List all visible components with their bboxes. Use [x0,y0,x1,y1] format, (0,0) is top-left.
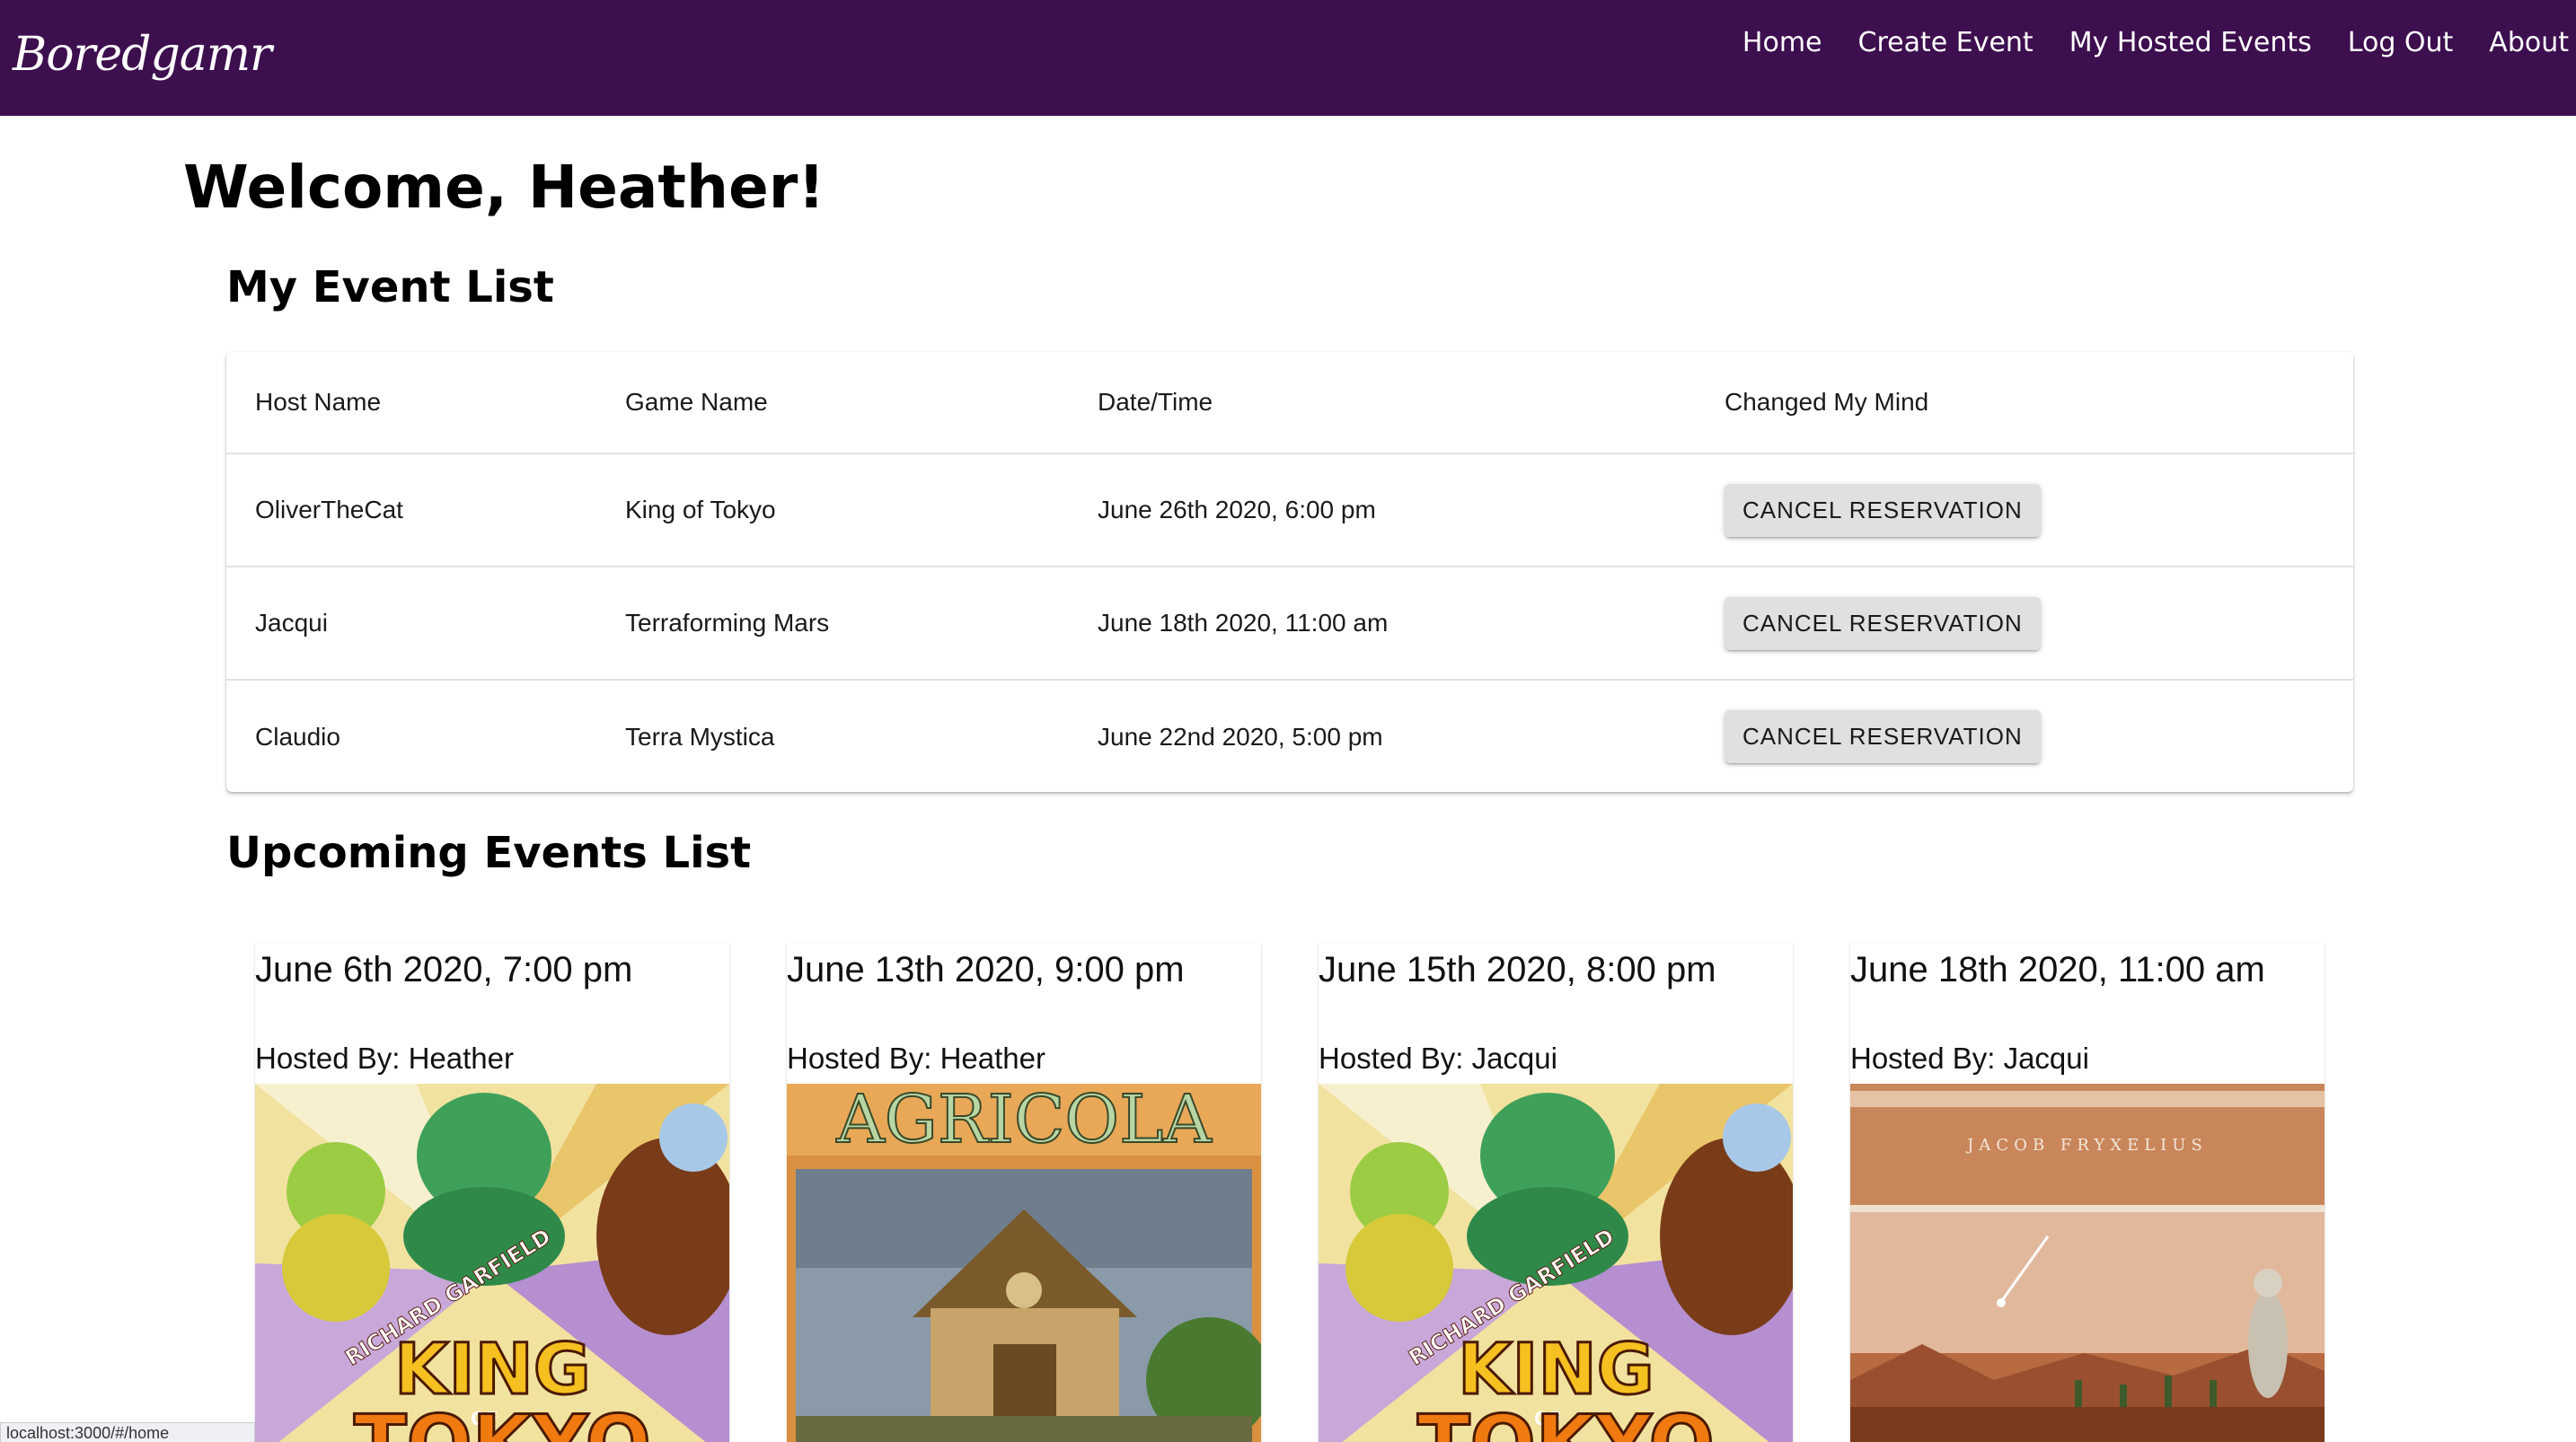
cell-host: Jacqui [226,567,596,681]
cell-datetime: June 22nd 2020, 5:00 pm [1098,722,1383,751]
browser-status-bar: localhost:3000/#/home [0,1422,255,1442]
king-of-tokyo-box-art: RICHARD GARFIELD KING OF TOKYO [255,1084,729,1442]
event-card-date: June 6th 2020, 7:00 pm [255,950,633,989]
table-row: Claudio Terra Mystica June 22nd 2020, 5:… [226,680,2353,793]
welcome-heading: Welcome, Heather! [183,153,825,222]
event-card[interactable]: June 6th 2020, 7:00 pm Hosted By: Heathe… [255,943,729,1442]
art-text-bottom: TOKYO [354,1399,651,1442]
cell-game: King of Tokyo [596,453,1069,567]
nav-links: Home Create Event My Hosted Events Log O… [1707,27,2569,58]
cell-host: OliverTheCat [226,453,596,567]
art-title: AGRICOLA [835,1084,1213,1158]
nav-create-event[interactable]: Create Event [1858,27,2033,58]
cell-datetime: June 18th 2020, 11:00 am [1069,567,1696,681]
brand-logo[interactable]: Boredgamr [13,28,272,82]
table-row: Jacqui Terraforming Mars June 18th 2020,… [226,567,2353,681]
cancel-reservation-button[interactable]: CANCEL RESERVATION [1725,483,2041,537]
event-card-date: June 15th 2020, 8:00 pm [1319,950,1716,989]
king-of-tokyo-box-art: RICHARD GARFIELD KING OF TOKYO [1319,1084,1793,1442]
my-event-table: Host Name Game Name Date/Time Changed My… [226,352,2353,792]
art-text-bottom: TOKYO [1417,1399,1715,1442]
cell-datetime: June 26th 2020, 6:00 pm [1069,453,1696,567]
column-header-action: Changed My Mind [1696,352,2353,454]
nav-home[interactable]: Home [1742,27,1822,58]
art-author: JACOB FRYXELIUS [1965,1136,2208,1155]
nav-about[interactable]: About [2489,27,2569,58]
cancel-reservation-button[interactable]: CANCEL RESERVATION [1725,710,2041,763]
cell-game: Terraforming Mars [596,567,1069,681]
table-row: OliverTheCat King of Tokyo June 26th 202… [226,453,2353,567]
agricola-box-art: AGRICOLA [787,1084,1261,1442]
column-header-host: Host Name [226,352,596,454]
event-card-host: Hosted By: Heather [255,1042,514,1075]
top-navbar: Boredgamr Home Create Event My Hosted Ev… [0,0,2576,116]
event-card-host: Hosted By: Jacqui [1850,1042,2089,1075]
terraforming-mars-box-art: JACOB FRYXELIUS [1850,1084,2325,1442]
event-card-date: June 18th 2020, 11:00 am [1850,950,2265,989]
nav-log-out[interactable]: Log Out [2348,27,2454,58]
column-header-game: Game Name [596,352,1069,454]
cell-action: CANCEL RESERVATION [1696,567,2353,681]
cell-host: Claudio [255,722,340,751]
cancel-reservation-button[interactable]: CANCEL RESERVATION [1725,596,2041,650]
cell-action: CANCEL RESERVATION [1696,680,2353,793]
nav-my-hosted-events[interactable]: My Hosted Events [2069,27,2312,58]
my-event-list-title: My Event List [226,262,554,312]
event-card-host: Hosted By: Heather [787,1042,1045,1075]
column-header-datetime: Date/Time [1069,352,1696,454]
event-card[interactable]: June 13th 2020, 9:00 pm Hosted By: Heath… [787,943,1261,1442]
event-card[interactable]: June 15th 2020, 8:00 pm Hosted By: Jacqu… [1319,943,1793,1442]
event-card-host: Hosted By: Jacqui [1319,1042,1557,1075]
event-card[interactable]: June 18th 2020, 11:00 am Hosted By: Jacq… [1850,943,2325,1442]
cell-action: CANCEL RESERVATION [1696,453,2353,567]
upcoming-events-title: Upcoming Events List [226,828,752,878]
table-header-row: Host Name Game Name Date/Time Changed My… [226,352,2353,454]
event-card-date: June 13th 2020, 9:00 pm [787,950,1185,989]
cell-game: Terra Mystica [625,722,775,751]
